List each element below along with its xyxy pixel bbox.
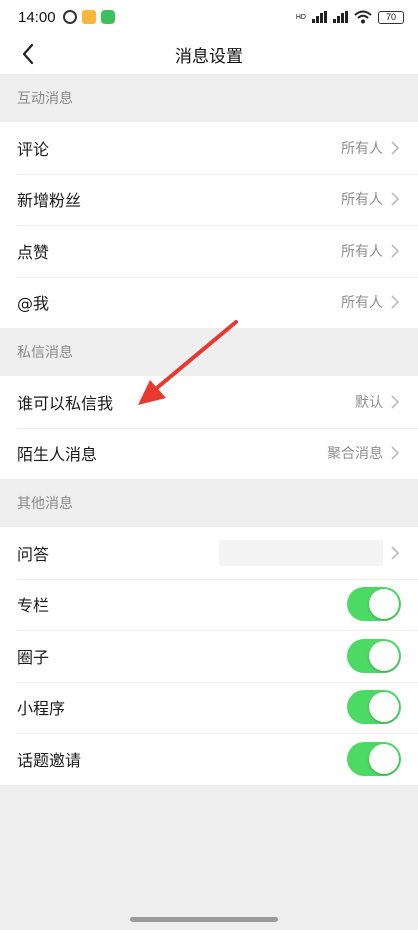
interaction-list: 评论 所有人 新增粉丝 所有人 点赞 所有人 @我 所有人 xyxy=(0,122,418,328)
battery-indicator: 70 xyxy=(378,10,404,24)
chevron-right-icon xyxy=(391,141,400,155)
row-label: 评论 xyxy=(17,139,50,159)
setting-row-circle: 圈子 xyxy=(0,630,418,682)
toggle-knob xyxy=(369,743,399,774)
section-header-interaction: 互动消息 xyxy=(0,74,418,122)
toggle-knob xyxy=(369,589,399,620)
setting-row-comment[interactable]: 评论 所有人 xyxy=(0,122,418,174)
row-label: 小程序 xyxy=(17,699,66,719)
row-label: 谁可以私信我 xyxy=(17,393,114,413)
chevron-right-icon xyxy=(391,446,400,460)
row-label: 话题邀请 xyxy=(17,750,82,770)
signal-2-icon xyxy=(333,11,348,23)
row-label: 圈子 xyxy=(17,647,50,667)
nav-bar: 消息设置 xyxy=(0,34,418,74)
section-header-other: 其他消息 xyxy=(0,479,418,527)
toggle-knob xyxy=(369,692,399,723)
topic-invite-toggle[interactable] xyxy=(347,741,401,776)
home-indicator[interactable] xyxy=(130,917,278,922)
obscured-value xyxy=(219,539,383,566)
private-list: 谁可以私信我 默认 陌生人消息 聚合消息 xyxy=(0,376,418,479)
chevron-right-icon xyxy=(391,295,400,309)
wifi-icon xyxy=(354,10,372,24)
network-type-label: HD xyxy=(295,13,306,21)
other-list: 问答 专栏 圈子 小程序 话题邀请 xyxy=(0,527,418,785)
wechat-notification-icon xyxy=(100,10,115,24)
status-bar: 14:00 HD 70 xyxy=(0,0,418,34)
mini-program-toggle[interactable] xyxy=(347,690,401,725)
row-label: 专栏 xyxy=(17,596,50,616)
row-value: 所有人 xyxy=(341,192,383,209)
row-label: 陌生人消息 xyxy=(17,445,98,465)
row-value: 所有人 xyxy=(341,140,383,157)
setting-row-new-followers[interactable]: 新增粉丝 所有人 xyxy=(0,173,418,225)
row-value: 所有人 xyxy=(341,295,383,312)
column-toggle[interactable] xyxy=(347,587,401,622)
row-label: @我 xyxy=(17,294,50,314)
row-label: 点赞 xyxy=(17,242,50,262)
chevron-right-icon xyxy=(391,395,400,409)
setting-row-mini-program: 小程序 xyxy=(0,681,418,733)
alarm-icon xyxy=(62,10,77,24)
chevron-left-icon xyxy=(22,43,34,65)
chevron-right-icon xyxy=(391,546,400,560)
signal-icon xyxy=(312,11,327,23)
setting-row-column: 专栏 xyxy=(0,578,418,630)
row-value: 默认 xyxy=(355,394,383,411)
chevron-right-icon xyxy=(391,244,400,258)
row-label: 新增粉丝 xyxy=(17,191,82,211)
setting-row-mentions[interactable]: @我 所有人 xyxy=(0,276,418,328)
status-time: 14:00 xyxy=(18,8,56,26)
circle-toggle[interactable] xyxy=(347,638,401,673)
page-title: 消息设置 xyxy=(175,46,243,67)
setting-row-qa[interactable]: 问答 xyxy=(0,527,418,579)
chevron-right-icon xyxy=(391,192,400,206)
row-label: 问答 xyxy=(17,544,50,564)
row-value: 聚合消息 xyxy=(327,446,383,463)
setting-row-likes[interactable]: 点赞 所有人 xyxy=(0,225,418,277)
setting-row-stranger-messages[interactable]: 陌生人消息 聚合消息 xyxy=(0,427,418,479)
toggle-knob xyxy=(369,640,399,671)
section-header-private: 私信消息 xyxy=(0,328,418,376)
back-button[interactable] xyxy=(14,40,42,68)
app-notification-icon xyxy=(81,10,96,24)
setting-row-who-can-message[interactable]: 谁可以私信我 默认 xyxy=(0,376,418,428)
setting-row-topic-invite: 话题邀请 xyxy=(0,733,418,785)
row-value: 所有人 xyxy=(341,243,383,260)
